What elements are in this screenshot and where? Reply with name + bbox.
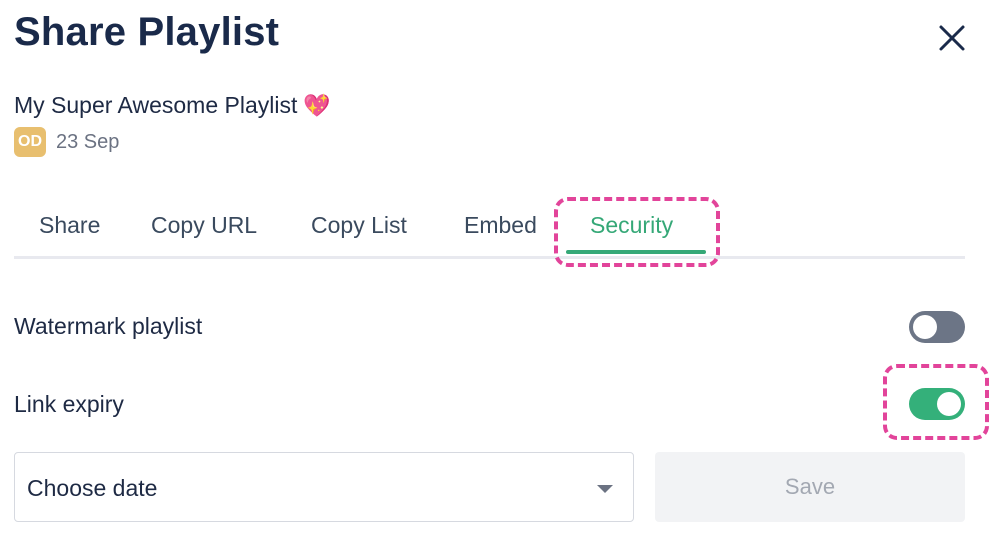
chevron-down-icon [597, 485, 613, 493]
playlist-meta: OD 23 Sep [14, 127, 119, 157]
tab-copy-list[interactable]: Copy List [311, 212, 407, 239]
toggle-knob [913, 315, 937, 339]
tab-share[interactable]: Share [39, 212, 100, 239]
close-icon [939, 25, 965, 51]
tab-embed[interactable]: Embed [464, 212, 537, 239]
playlist-name: My Super Awesome Playlist 💖 [14, 92, 331, 119]
toggle-highlight-annotation [883, 364, 989, 440]
avatar: OD [14, 127, 46, 157]
playlist-date: 23 Sep [56, 130, 120, 153]
dialog-title: Share Playlist [14, 10, 280, 54]
expiry-date-select[interactable]: Choose date [14, 452, 634, 522]
expiry-date-value: Choose date [27, 475, 158, 501]
tab-highlight-annotation [554, 197, 720, 267]
watermark-label: Watermark playlist [14, 313, 203, 339]
save-button[interactable]: Save [655, 452, 965, 522]
close-button[interactable] [934, 20, 970, 56]
playlist-name-text: My Super Awesome Playlist [14, 92, 298, 118]
sparkling-heart-icon: 💖 [303, 92, 331, 118]
watermark-toggle[interactable] [909, 311, 965, 343]
tab-copy-url[interactable]: Copy URL [151, 212, 257, 239]
link-expiry-label: Link expiry [14, 391, 124, 417]
tab-bar: Share Copy URL Copy List Embed Security [14, 200, 965, 259]
